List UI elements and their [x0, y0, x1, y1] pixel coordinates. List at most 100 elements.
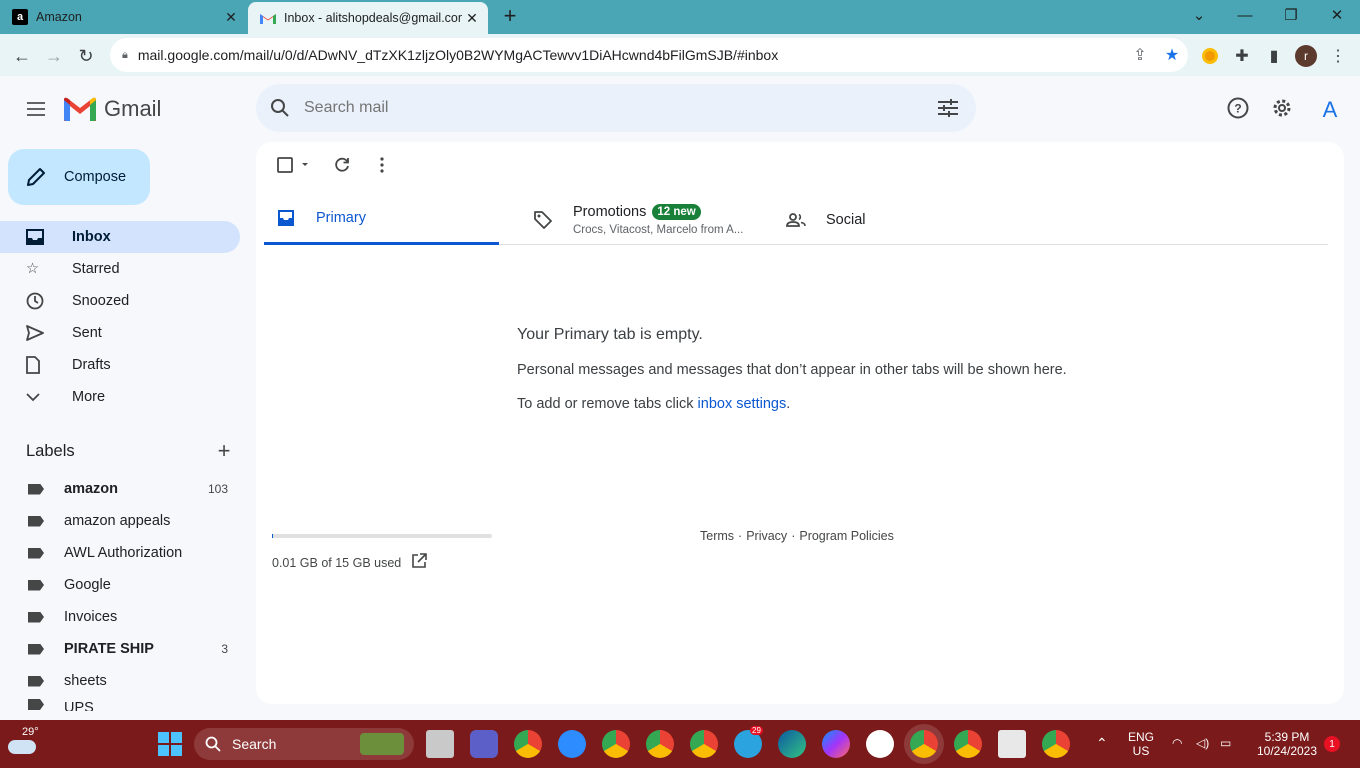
chrome-icon[interactable]	[602, 730, 630, 758]
weather-widget[interactable]: 29°	[8, 726, 40, 758]
restore-icon[interactable]: ❐	[1268, 0, 1314, 30]
empty-description: Personal messages and messages that don’…	[517, 362, 1067, 378]
label-item[interactable]: Google	[0, 569, 240, 601]
sidebar-item-starred[interactable]: ☆ Starred	[0, 253, 240, 285]
external-link-icon[interactable]	[411, 553, 428, 572]
volume-icon[interactable]: ◁)	[1196, 736, 1209, 750]
new-tab-button[interactable]: +	[498, 5, 522, 29]
tab-search-icon[interactable]: ⌄	[1176, 0, 1222, 30]
refresh-icon[interactable]	[328, 152, 356, 178]
tab-social[interactable]: Social	[774, 194, 1012, 245]
sidebar-item-drafts[interactable]: Drafts	[0, 349, 240, 381]
gmail-logo[interactable]: Gmail	[64, 96, 161, 122]
privacy-link[interactable]: Privacy	[746, 529, 787, 543]
forward-icon[interactable]: →	[40, 42, 68, 70]
slack-icon[interactable]	[866, 730, 894, 758]
search-options-icon[interactable]	[920, 99, 976, 117]
label-item[interactable]: Invoices	[0, 601, 240, 633]
sidebar-item-more[interactable]: More	[0, 381, 240, 413]
search-input[interactable]	[304, 99, 920, 117]
chrome-icon[interactable]	[954, 730, 982, 758]
edge-icon[interactable]	[778, 730, 806, 758]
profile-avatar[interactable]: r	[1292, 42, 1320, 70]
wifi-icon[interactable]: ◠	[1172, 736, 1182, 750]
back-icon[interactable]: ←	[8, 42, 36, 70]
start-button[interactable]	[158, 732, 182, 756]
sidebar-item-label: Sent	[72, 325, 102, 341]
cloud-icon	[8, 740, 36, 754]
taskbar-search[interactable]: Search	[194, 728, 414, 760]
minimize-icon[interactable]: —	[1222, 0, 1268, 30]
more-options-icon[interactable]	[368, 152, 396, 178]
footer-links: Terms · Privacy · Program Policies	[700, 529, 894, 543]
search-bar[interactable]	[256, 84, 976, 132]
empty-heading: Your Primary tab is empty.	[517, 326, 703, 343]
chrome-icon[interactable]	[690, 730, 718, 758]
extensions-puzzle-icon[interactable]: ✚	[1228, 42, 1256, 70]
teams-icon[interactable]	[470, 730, 498, 758]
svg-text:?: ?	[1234, 102, 1241, 116]
sidebar-item-label: Snoozed	[72, 293, 130, 309]
share-icon[interactable]: ⇪	[1124, 39, 1156, 71]
tab-primary[interactable]: Primary	[264, 194, 499, 245]
chrome-menu-icon[interactable]: ⋮	[1324, 42, 1352, 70]
label-item[interactable]: amazon appeals	[0, 505, 240, 537]
language-indicator[interactable]: ENG US	[1128, 730, 1154, 758]
messenger-icon[interactable]	[822, 730, 850, 758]
clock[interactable]: 5:39 PM 10/24/2023	[1254, 730, 1320, 758]
label-item[interactable]: amazon 103	[0, 473, 240, 505]
sidebar-item-sent[interactable]: Sent	[0, 317, 240, 349]
battery-icon[interactable]: ▭	[1220, 736, 1231, 750]
chevron-up-icon[interactable]: ⌃	[1096, 736, 1108, 750]
taskbar-search-label: Search	[232, 736, 277, 752]
close-icon[interactable]: ✕	[221, 7, 241, 27]
main-menu-icon[interactable]	[18, 91, 54, 127]
browser-tab-amazon[interactable]: a Amazon ✕	[0, 0, 247, 34]
inbox-settings-link[interactable]: inbox settings	[698, 396, 787, 412]
chrome-icon[interactable]	[646, 730, 674, 758]
search-icon[interactable]	[256, 98, 304, 118]
label-name: UPS	[64, 700, 94, 711]
compose-button[interactable]: Compose	[8, 149, 150, 205]
sidebar-item-inbox[interactable]: Inbox	[0, 221, 240, 253]
promotions-text: Promotions 12 new Crocs, Vitacost, Marce…	[573, 203, 743, 236]
browser-tab-gmail[interactable]: Inbox - alitshopdeals@gmail.com ✕	[248, 2, 488, 34]
tab-promotions[interactable]: Promotions 12 new Crocs, Vitacost, Marce…	[521, 194, 759, 245]
close-icon[interactable]: ✕	[462, 8, 482, 28]
gmail-wordmark: Gmail	[104, 96, 162, 121]
label-item[interactable]: UPS	[0, 697, 240, 711]
chrome-icon[interactable]	[1042, 730, 1070, 758]
account-avatar[interactable]: A	[1314, 94, 1346, 126]
label-icon	[0, 515, 64, 527]
program-policies-link[interactable]: Program Policies	[799, 529, 893, 543]
label-item[interactable]: PIRATE SHIP 3	[0, 633, 240, 665]
chrome-icon[interactable]	[514, 730, 542, 758]
terms-link[interactable]: Terms	[700, 529, 734, 543]
labels-header: Labels +	[26, 438, 236, 464]
select-all-checkbox[interactable]	[272, 152, 314, 178]
reload-icon[interactable]: ↻	[72, 42, 100, 70]
label-name: amazon appeals	[64, 513, 171, 529]
chrome-icon[interactable]	[910, 730, 938, 758]
snipping-tool-icon[interactable]	[998, 730, 1026, 758]
address-bar[interactable]: 🔒︎ mail.google.com/mail/u/0/d/ADwNV_dTzX…	[110, 38, 1188, 72]
side-panel-icon[interactable]: ▮	[1260, 42, 1288, 70]
inbox-icon	[268, 210, 304, 226]
sidebar-item-snoozed[interactable]: Snoozed	[0, 285, 240, 317]
lock-icon[interactable]: 🔒︎	[122, 49, 128, 62]
extension-icon[interactable]	[1196, 42, 1224, 70]
label-item[interactable]: sheets	[0, 665, 240, 697]
zoom-icon[interactable]	[558, 730, 586, 758]
help-icon[interactable]: ?	[1224, 94, 1252, 122]
language-code: ENG	[1128, 730, 1155, 744]
task-view-icon[interactable]	[426, 730, 454, 758]
settings-gear-icon[interactable]	[1268, 94, 1296, 122]
gmail-m-icon	[64, 97, 96, 121]
window-close-icon[interactable]: ✕	[1314, 0, 1360, 30]
bookmark-star-icon[interactable]: ★	[1156, 39, 1188, 71]
notification-badge[interactable]: 1	[1324, 736, 1340, 752]
add-label-icon[interactable]: +	[212, 440, 236, 462]
sidebar-item-label: More	[72, 389, 106, 405]
browser-toolbar: ← → ↻ 🔒︎ mail.google.com/mail/u/0/d/ADwN…	[0, 34, 1360, 76]
label-item[interactable]: AWL Authorization	[0, 537, 240, 569]
